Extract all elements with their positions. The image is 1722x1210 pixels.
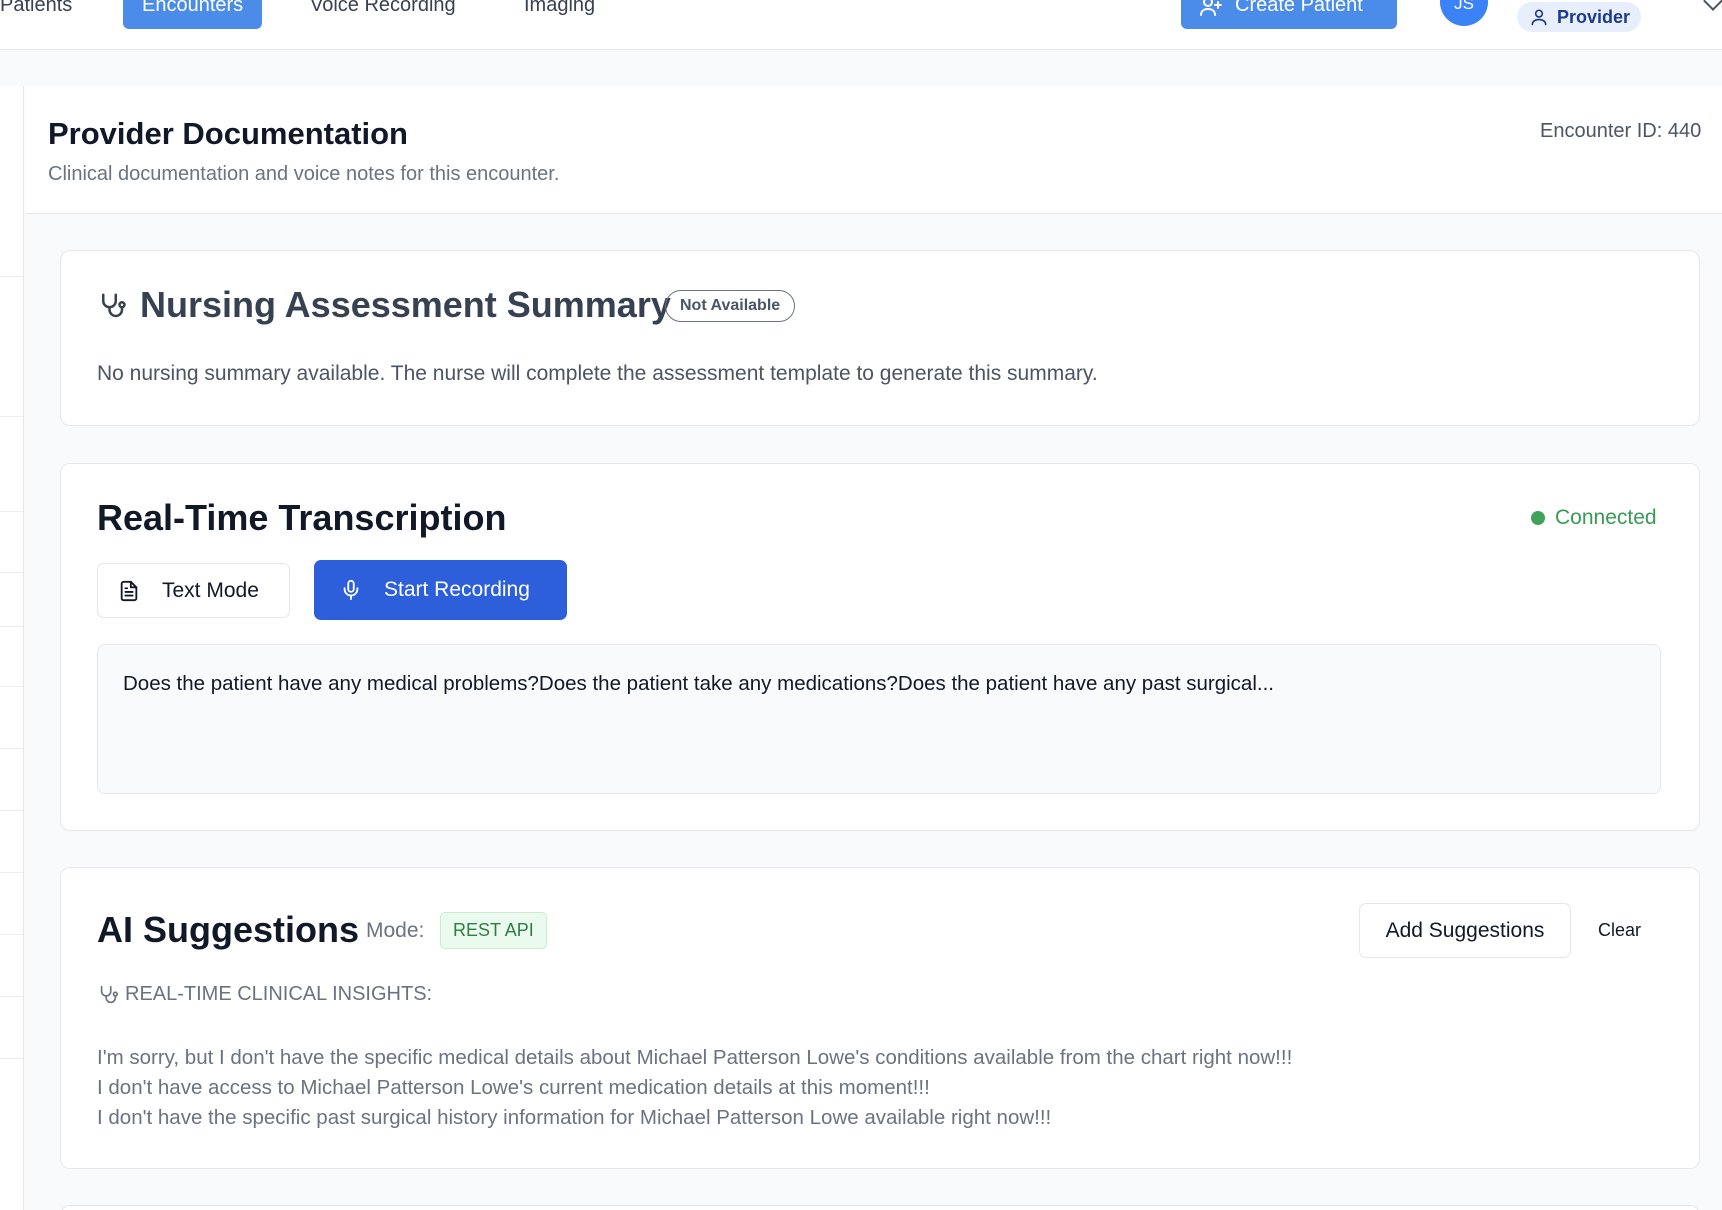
create-patient-button[interactable]: Create Patient bbox=[1181, 0, 1397, 29]
insight-heading-label: REAL-TIME CLINICAL INSIGHTS: bbox=[125, 983, 433, 1005]
text-mode-label: Text Mode bbox=[162, 578, 259, 602]
user-icon bbox=[1531, 9, 1547, 26]
document-icon bbox=[120, 580, 138, 601]
add-suggestions-button[interactable]: Add Suggestions bbox=[1359, 903, 1571, 958]
stethoscope-icon bbox=[100, 985, 118, 1003]
nav-tab-imaging[interactable]: Imaging bbox=[524, 0, 595, 29]
next-card bbox=[60, 1205, 1700, 1210]
text-mode-button[interactable]: Text Mode bbox=[97, 563, 290, 618]
connection-status-label: Connected bbox=[1555, 506, 1657, 529]
page-subtitle: Clinical documentation and voice notes f… bbox=[48, 163, 560, 185]
mode-badge: REST API bbox=[440, 912, 547, 949]
clear-button[interactable]: Clear bbox=[1598, 920, 1641, 941]
user-plus-icon bbox=[1200, 0, 1222, 16]
insight-line: I don't have the specific past surgical … bbox=[97, 1106, 1052, 1129]
role-badge[interactable]: Provider bbox=[1517, 2, 1641, 32]
nursing-summary-message: No nursing summary available. The nurse … bbox=[97, 362, 1098, 385]
role-label: Provider bbox=[1557, 6, 1631, 27]
chevron-down-icon[interactable] bbox=[1703, 0, 1722, 11]
stethoscope-icon bbox=[102, 293, 126, 318]
insight-lines: I'm sorry, but I don't have the specific… bbox=[97, 1043, 1292, 1133]
encounter-id: Encounter ID: 440 bbox=[1540, 120, 1702, 142]
ai-suggestions-title: AI Suggestions bbox=[97, 909, 360, 950]
page-title: Provider Documentation bbox=[48, 116, 408, 151]
microphone-icon bbox=[343, 579, 359, 601]
nav-tab-patients[interactable]: Patients bbox=[0, 0, 72, 29]
transcription-card: Real-Time Transcription Connected Text M… bbox=[60, 463, 1700, 831]
insight-line: I don't have access to Michael Patterson… bbox=[97, 1076, 930, 1099]
transcription-title: Real-Time Transcription bbox=[97, 497, 507, 538]
status-badge: Not Available bbox=[665, 290, 796, 322]
nursing-summary-title: Nursing Assessment Summary bbox=[140, 284, 671, 325]
sidebar bbox=[0, 86, 24, 1210]
page-header: Provider Documentation Clinical document… bbox=[25, 86, 1722, 214]
create-patient-label: Create Patient bbox=[1235, 0, 1363, 16]
nav-tab-encounters[interactable]: Encounters bbox=[123, 0, 263, 29]
insight-heading: REAL-TIME CLINICAL INSIGHTS: bbox=[97, 983, 432, 1006]
user-avatar[interactable]: JS bbox=[1440, 0, 1488, 26]
start-recording-button[interactable]: Start Recording bbox=[314, 560, 567, 620]
nursing-summary-card: Nursing Assessment Summary Not Available… bbox=[60, 250, 1700, 426]
top-nav: Patients Encounters Voice Recording Imag… bbox=[0, 0, 1722, 50]
status-dot-icon bbox=[1531, 511, 1545, 525]
ai-suggestions-card: AI Suggestions Mode: REST API Add Sugges… bbox=[60, 867, 1700, 1169]
insight-line: I'm sorry, but I don't have the specific… bbox=[97, 1046, 1293, 1069]
mode-label: Mode: bbox=[366, 919, 425, 942]
nav-tab-voice-recording[interactable]: Voice Recording bbox=[310, 0, 456, 29]
start-recording-label: Start Recording bbox=[384, 578, 530, 601]
transcript-box[interactable]: Does the patient have any medical proble… bbox=[97, 644, 1661, 794]
connection-status: Connected bbox=[1531, 506, 1657, 530]
